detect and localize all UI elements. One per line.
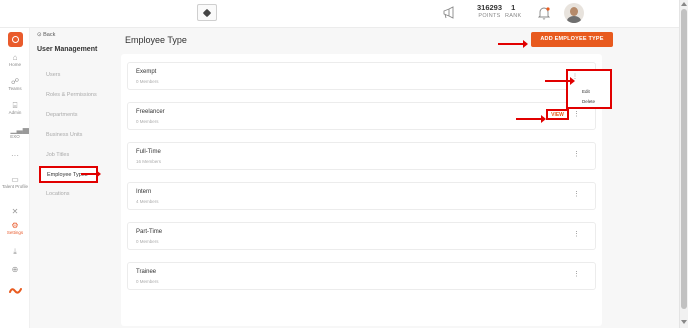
- edit-option[interactable]: Edit: [582, 89, 590, 94]
- rail-item-settings[interactable]: ⚙ Settings: [0, 222, 30, 236]
- points-stat[interactable]: 316293 POINTS: [477, 4, 502, 19]
- menu-item-locations[interactable]: Locations: [46, 191, 70, 197]
- avatar-body: [567, 16, 581, 23]
- gear-icon: ⚙: [11, 221, 19, 230]
- view-button[interactable]: VIEW: [546, 109, 569, 120]
- menu-title: User Management: [37, 46, 98, 53]
- rail-item-tools[interactable]: ✕: [0, 208, 30, 217]
- avatar-face: [570, 7, 578, 16]
- employee-type-card[interactable]: Part-Time 0 Members ⋮: [127, 222, 596, 250]
- home-icon: ⌂: [12, 53, 18, 62]
- employee-type-name: Part-Time: [136, 229, 163, 235]
- rail-label-talent-profile: Talent Profile: [1, 184, 28, 189]
- menu-item-roles-permissions[interactable]: Roles & Permissions: [46, 92, 97, 98]
- notification-bell-icon[interactable]: [536, 5, 552, 21]
- rail-item-teams[interactable]: ☍ Teams: [0, 78, 30, 92]
- employee-type-count: 16 Members: [136, 159, 162, 164]
- employee-type-card[interactable]: Full-Time 16 Members ⋮: [127, 142, 596, 170]
- page-scrollbar[interactable]: [679, 0, 688, 328]
- delete-option[interactable]: Delete: [582, 99, 595, 104]
- kebab-menu-icon[interactable]: ⋮: [573, 191, 580, 198]
- employee-type-card[interactable]: Freelancer 0 Members VIEW ⋮: [127, 102, 596, 130]
- annotation-arrow-kebab: [545, 77, 575, 85]
- download-icon: ⤓: [13, 247, 17, 256]
- points-label: POINTS: [478, 12, 501, 19]
- page-title: Employee Type: [125, 35, 187, 45]
- rail-label-admin: Admin: [8, 110, 22, 115]
- support-icon: ⊕: [11, 265, 19, 274]
- rank-stat[interactable]: 1 RANK: [505, 4, 521, 19]
- kebab-menu-icon[interactable]: ⋮: [573, 111, 580, 118]
- annotation-arrow-menu: [81, 170, 101, 178]
- rail-item-support[interactable]: ⊕: [0, 266, 30, 275]
- rail-label-settings: Settings: [6, 230, 24, 235]
- row-actions-dropdown: ⋮ Edit Delete: [566, 69, 612, 109]
- rail-item-admin[interactable]: ⌸ Admin: [0, 102, 30, 116]
- scroll-down-arrow-icon[interactable]: [681, 320, 687, 324]
- employee-type-list: Exempt 0 Members Freelancer 0 Members VI…: [121, 54, 602, 326]
- back-arrow-icon: ⊙: [37, 32, 42, 38]
- bank-icon: ⌸: [12, 101, 18, 110]
- employee-type-card[interactable]: Trainee 0 Members ⋮: [127, 262, 596, 290]
- rail-label-exo: EXO: [10, 134, 20, 139]
- rank-value: 1: [511, 3, 516, 12]
- menu-item-departments[interactable]: Departments: [46, 112, 78, 118]
- rail-label-teams: Teams: [8, 86, 22, 91]
- rail-label-home: Home: [8, 62, 21, 67]
- add-employee-type-button[interactable]: ADD EMPLOYEE TYPE: [531, 32, 613, 47]
- rail-item-exo[interactable]: ▁▃▅ EXO: [0, 126, 30, 140]
- employee-type-name: Trainee: [136, 269, 157, 275]
- employee-type-card[interactable]: Intern 4 Members ⋮: [127, 182, 596, 210]
- rail-item-talent-profile[interactable]: ▭ Talent Profile: [0, 176, 30, 190]
- menu-item-users[interactable]: Users: [46, 72, 60, 78]
- brand-mark-icon[interactable]: [9, 286, 22, 296]
- app-launcher-icon[interactable]: [8, 32, 23, 47]
- annotation-arrow-add: [498, 40, 528, 48]
- tools-icon: ✕: [11, 207, 19, 216]
- rail-item-download[interactable]: ⤓: [0, 248, 30, 257]
- more-icon: ···: [11, 151, 19, 160]
- menu-item-job-titles[interactable]: Job Titles: [46, 152, 69, 158]
- employee-type-count: 0 Members: [136, 279, 159, 284]
- annotation-arrow-view: [516, 115, 546, 123]
- rail-item-more[interactable]: ···: [0, 152, 30, 161]
- top-bar: 316293 POINTS 1 RANK: [0, 0, 679, 28]
- kebab-menu-icon[interactable]: ⋮: [573, 151, 580, 158]
- employee-type-name: Full-Time: [136, 149, 161, 155]
- back-label: Back: [43, 32, 56, 38]
- employee-type-count: 0 Members: [136, 119, 159, 124]
- employee-type-name: Intern: [136, 189, 152, 195]
- employee-type-count: 0 Members: [136, 79, 159, 84]
- megaphone-icon[interactable]: [442, 6, 456, 20]
- company-logo[interactable]: [197, 4, 217, 21]
- rank-label: RANK: [505, 12, 522, 19]
- points-value: 316293: [477, 3, 503, 12]
- employee-type-count: 0 Members: [136, 239, 159, 244]
- employee-type-name: Exempt: [136, 69, 157, 75]
- bar-chart-icon: ▁▃▅: [10, 125, 29, 134]
- scroll-thumb[interactable]: [681, 9, 687, 309]
- employee-type-card[interactable]: Exempt 0 Members: [127, 62, 596, 90]
- id-card-icon: ▭: [11, 175, 19, 184]
- rail-item-home[interactable]: ⌂ Home: [0, 54, 30, 68]
- kebab-menu-icon[interactable]: ⋮: [573, 231, 580, 238]
- icon-rail: ⌂ Home ☍ Teams ⌸ Admin ▁▃▅ EXO ··· ▭ Tal…: [0, 28, 30, 328]
- employee-type-count: 4 Members: [136, 199, 159, 204]
- settings-menu: ⊙ Back User Management Users Roles & Per…: [30, 28, 118, 328]
- employee-type-name: Freelancer: [136, 109, 165, 115]
- menu-item-business-units[interactable]: Business Units: [46, 132, 82, 138]
- scroll-up-arrow-icon[interactable]: [681, 2, 687, 6]
- back-link[interactable]: ⊙ Back: [37, 32, 55, 38]
- kebab-menu-icon[interactable]: ⋮: [573, 271, 580, 278]
- people-icon: ☍: [10, 77, 20, 86]
- user-avatar[interactable]: [564, 3, 584, 23]
